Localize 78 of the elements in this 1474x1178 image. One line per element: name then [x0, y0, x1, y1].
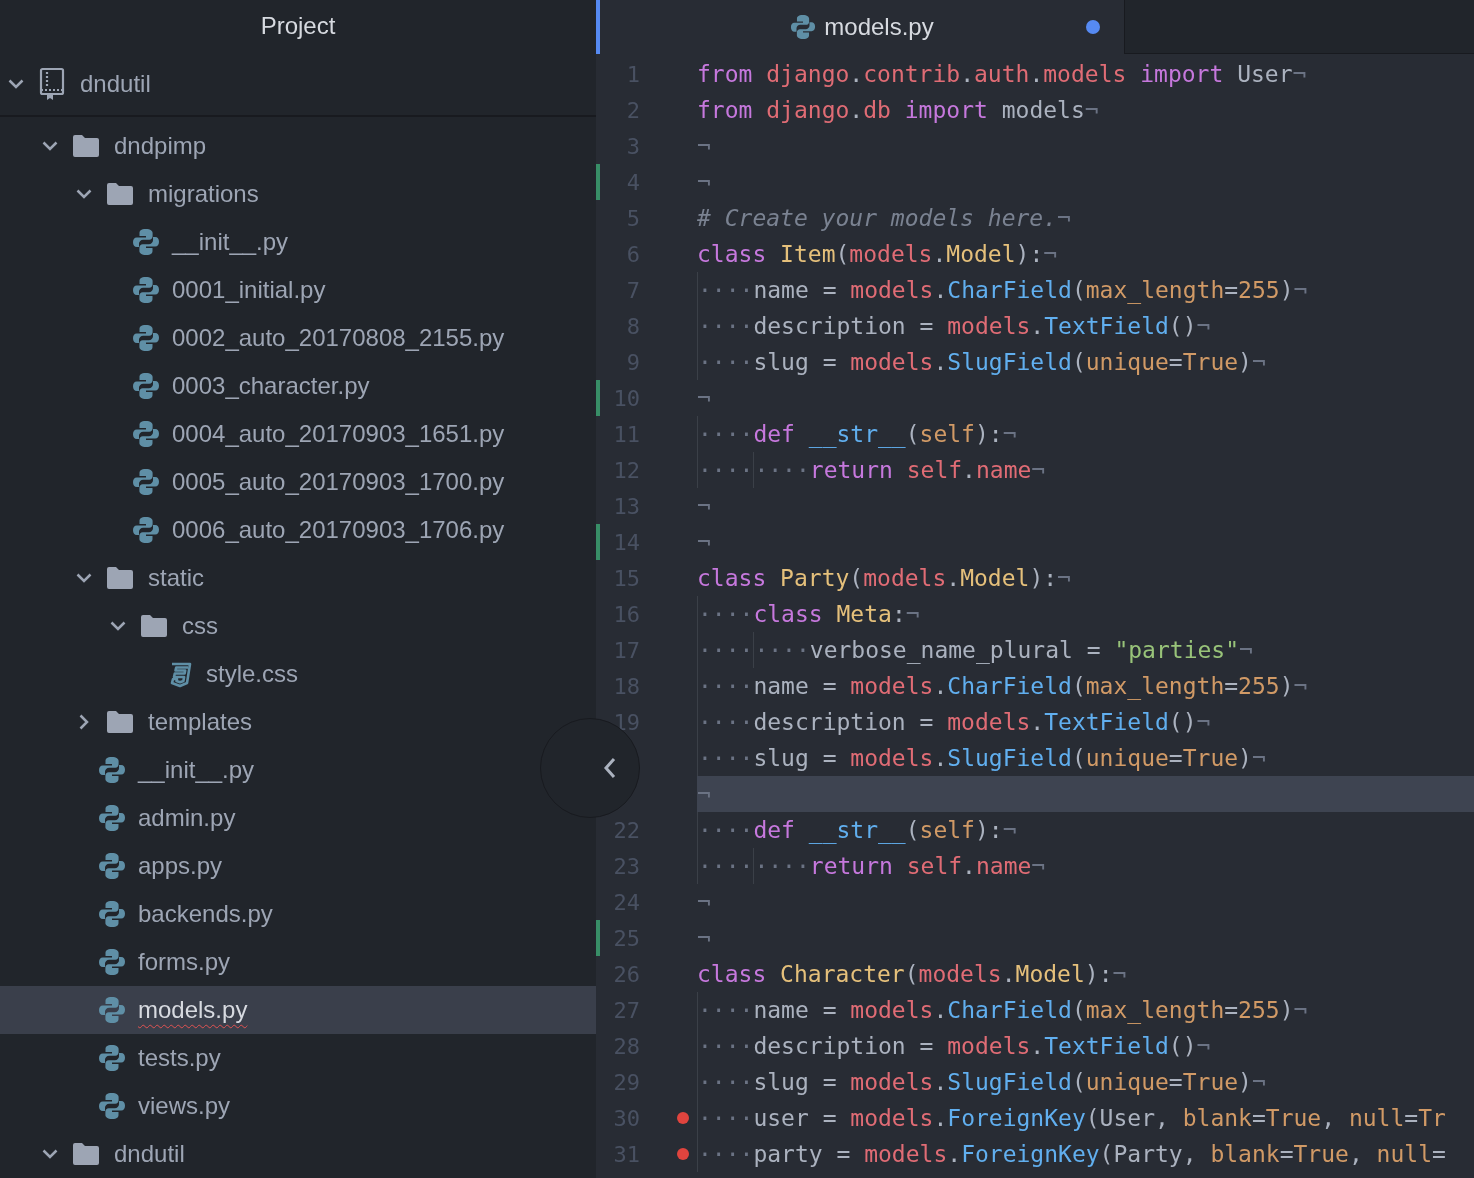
python-icon: [98, 1092, 126, 1120]
code-line: ····name = models.CharField(max_length=255)¬: [697, 272, 1474, 308]
panel-title: Project: [259, 11, 337, 41]
python-icon: [98, 852, 126, 880]
code-line: ····slug = models.SlugField(unique=True)¬: [697, 1064, 1474, 1100]
tree-item[interactable]: 0006_auto_20170903_1706.py: [0, 506, 536, 554]
code-line: ¬: [697, 132, 712, 161]
code-line: class Character(models.Model):¬: [697, 960, 1128, 989]
code-line: ········return self.name¬: [697, 848, 1474, 884]
code-line: ········return self.name¬: [697, 452, 1474, 488]
code-line: ¬: [697, 168, 712, 197]
tree-item[interactable]: dndutil: [0, 1130, 536, 1178]
tree-item[interactable]: style.css: [0, 650, 536, 698]
tree-item[interactable]: apps.py: [0, 842, 536, 890]
code-line: ····class Meta:¬: [697, 596, 1474, 632]
tree-item[interactable]: __init__.py: [0, 218, 536, 266]
tree-item[interactable]: 0004_auto_20170903_1651.py: [0, 410, 536, 458]
tree-item[interactable]: 0001_initial.py: [0, 266, 536, 314]
code-line: # Create your models here.¬: [697, 204, 1072, 233]
python-icon: [98, 756, 126, 784]
code-line: ····description = models.TextField()¬: [697, 704, 1474, 740]
python-icon: [98, 900, 126, 928]
tree-item[interactable]: forms.py: [0, 938, 536, 986]
folder-icon: [72, 134, 100, 158]
code-line: ····slug = models.SlugField(unique=True)¬: [697, 344, 1474, 380]
python-icon: [132, 228, 160, 256]
tree-item[interactable]: migrations: [0, 170, 536, 218]
folder-icon: [106, 182, 134, 206]
tree-item[interactable]: tests.py: [0, 1034, 536, 1082]
code-line: ····def __str__(self):¬: [697, 416, 1474, 452]
python-icon: [132, 372, 160, 400]
code-line: from django.contrib.auth.models import User¬: [697, 60, 1308, 89]
book-icon: [38, 66, 66, 101]
python-icon: [98, 948, 126, 976]
code-line: ····def __str__(self):¬: [697, 812, 1474, 848]
code-line: ········verbose_name_plural = "parties"¬: [697, 632, 1474, 668]
code-line: ····name = models.CharField(max_length=255)¬: [697, 992, 1474, 1028]
python-icon: [98, 804, 126, 832]
python-icon: [132, 516, 160, 544]
tree-item[interactable]: dndpimp: [0, 122, 536, 170]
folder-icon: [106, 566, 134, 590]
folder-icon: [72, 1142, 100, 1166]
tree-item[interactable]: dndutil: [0, 52, 596, 117]
python-icon: [790, 14, 817, 40]
folder-icon: [140, 614, 168, 638]
code-line: ····description = models.TextField()¬: [697, 308, 1474, 344]
chevron-left-icon: [603, 757, 617, 779]
code-line: from django.db import models¬: [697, 96, 1100, 125]
python-icon: [132, 468, 160, 496]
code-line: class Party(models.Model):¬: [697, 564, 1072, 593]
tree-item[interactable]: backends.py: [0, 890, 536, 938]
tree-item[interactable]: 0005_auto_20170903_1700.py: [0, 458, 536, 506]
tree-item[interactable]: 0002_auto_20170808_2155.py: [0, 314, 536, 362]
python-icon: [132, 324, 160, 352]
code-line: ¬: [697, 888, 712, 917]
folder-icon: [106, 710, 134, 734]
code-line: ¬: [697, 528, 712, 557]
tree-item[interactable]: css: [0, 602, 536, 650]
tree-item[interactable]: static: [0, 554, 536, 602]
code-line: ····user = models.ForeignKey(User, blank=True, null=Tr: [697, 1100, 1474, 1136]
tree-item[interactable]: admin.py: [0, 794, 536, 842]
code-line: ····description = models.TextField()¬: [697, 1028, 1474, 1064]
code-line: ····party = models.ForeignKey(Party, blank=True, null=: [697, 1136, 1474, 1172]
code-line: ¬: [697, 492, 712, 521]
editor-tab[interactable]: models.py: [596, 0, 1124, 54]
tree-item[interactable]: 0003_character.py: [0, 362, 536, 410]
tree-item[interactable]: views.py: [0, 1082, 536, 1130]
tree-item[interactable]: templates: [0, 698, 536, 746]
python-icon: [132, 276, 160, 304]
code-line: class Item(models.Model):¬: [697, 240, 1059, 269]
python-icon: [98, 1044, 126, 1072]
tree-item[interactable]: __init__.py: [0, 746, 536, 794]
code-line: ¬: [697, 384, 712, 413]
code-line: ¬: [697, 924, 712, 953]
python-icon: [98, 996, 126, 1024]
python-icon: [132, 420, 160, 448]
tree-item[interactable]: models.py: [0, 986, 596, 1034]
code-line: ····name = models.CharField(max_length=255)¬: [697, 668, 1474, 704]
